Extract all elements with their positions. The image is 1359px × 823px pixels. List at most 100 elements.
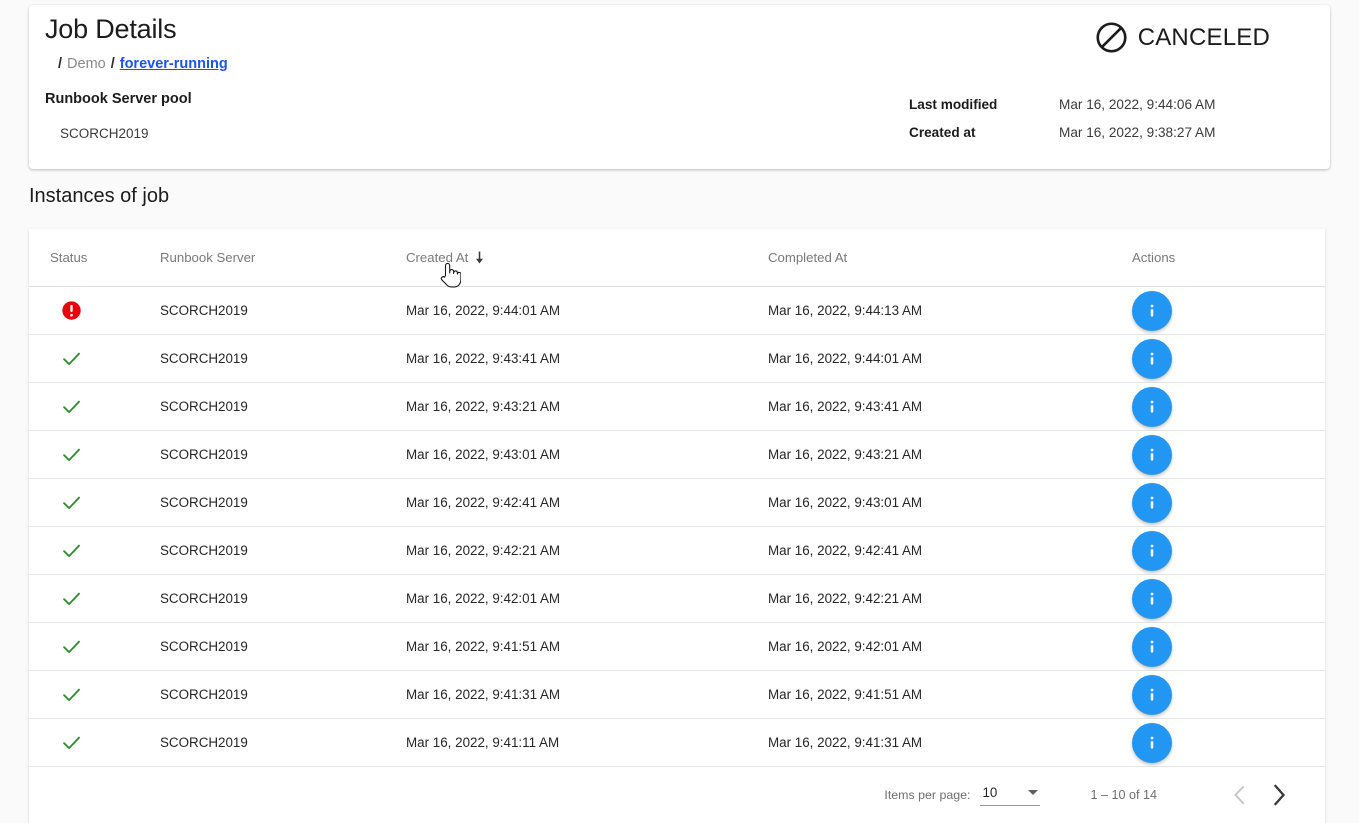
cell-created-at: Mar 16, 2022, 9:41:31 AM	[406, 687, 768, 702]
info-button[interactable]	[1132, 723, 1172, 763]
column-header-actions: Actions	[1132, 250, 1346, 265]
cell-created-at: Mar 16, 2022, 9:41:51 AM	[406, 639, 768, 654]
info-icon	[1141, 348, 1163, 370]
table-row[interactable]: SCORCH2019Mar 16, 2022, 9:41:31 AMMar 16…	[29, 671, 1325, 719]
runbook-server-pool-value: SCORCH2019	[60, 126, 149, 141]
cell-completed-at: Mar 16, 2022, 9:42:01 AM	[768, 639, 1132, 654]
table-row[interactable]: SCORCH2019Mar 16, 2022, 9:42:41 AMMar 16…	[29, 479, 1325, 527]
info-icon	[1141, 540, 1163, 562]
table-row[interactable]: SCORCH2019Mar 16, 2022, 9:41:11 AMMar 16…	[29, 719, 1325, 767]
breadcrumb-link-forever-running[interactable]: forever-running	[120, 56, 228, 72]
table-row[interactable]: SCORCH2019Mar 16, 2022, 9:44:01 AMMar 16…	[29, 287, 1325, 335]
table-row[interactable]: SCORCH2019Mar 16, 2022, 9:41:51 AMMar 16…	[29, 623, 1325, 671]
cell-actions	[1132, 435, 1346, 475]
cell-actions	[1132, 291, 1346, 331]
info-button[interactable]	[1132, 291, 1172, 331]
cell-runbook-server: SCORCH2019	[160, 543, 406, 558]
column-header-actions-label: Actions	[1132, 250, 1175, 265]
info-button[interactable]	[1132, 531, 1172, 571]
breadcrumb: /Demo/forever-running	[53, 53, 228, 75]
table-row[interactable]: SCORCH2019Mar 16, 2022, 9:43:41 AMMar 16…	[29, 335, 1325, 383]
table-row[interactable]: SCORCH2019Mar 16, 2022, 9:42:01 AMMar 16…	[29, 575, 1325, 623]
breadcrumb-separator-1: /	[58, 56, 62, 72]
cell-completed-at: Mar 16, 2022, 9:42:21 AM	[768, 591, 1132, 606]
error-circle-icon	[61, 300, 82, 321]
job-details-card: Job Details /Demo/forever-running Runboo…	[29, 5, 1330, 169]
job-metadata: Last modified Mar 16, 2022, 9:44:06 AM C…	[909, 90, 1215, 146]
metadata-row-created-at: Created at Mar 16, 2022, 9:38:27 AM	[909, 118, 1215, 146]
info-button[interactable]	[1132, 675, 1172, 715]
cell-status	[50, 540, 160, 561]
cell-created-at: Mar 16, 2022, 9:42:01 AM	[406, 591, 768, 606]
cell-completed-at: Mar 16, 2022, 9:44:13 AM	[768, 303, 1132, 318]
previous-page-button[interactable]	[1219, 775, 1259, 815]
cell-created-at: Mar 16, 2022, 9:44:01 AM	[406, 303, 768, 318]
cell-runbook-server: SCORCH2019	[160, 687, 406, 702]
cell-completed-at: Mar 16, 2022, 9:41:51 AM	[768, 687, 1132, 702]
info-icon	[1141, 732, 1163, 754]
info-button[interactable]	[1132, 435, 1172, 475]
info-button[interactable]	[1132, 483, 1172, 523]
check-icon	[61, 636, 82, 657]
cell-runbook-server: SCORCH2019	[160, 735, 406, 750]
info-button[interactable]	[1132, 579, 1172, 619]
info-icon	[1141, 684, 1163, 706]
cell-runbook-server: SCORCH2019	[160, 399, 406, 414]
page-title: Job Details	[45, 14, 176, 45]
cell-actions	[1132, 339, 1346, 379]
column-header-created-at-label: Created At	[406, 250, 468, 265]
info-icon	[1141, 588, 1163, 610]
cell-status	[50, 732, 160, 753]
chevron-left-icon	[1233, 785, 1246, 805]
cell-created-at: Mar 16, 2022, 9:43:21 AM	[406, 399, 768, 414]
breadcrumb-item-demo: Demo	[67, 56, 106, 72]
cell-created-at: Mar 16, 2022, 9:41:11 AM	[406, 735, 768, 750]
chevron-right-icon	[1272, 784, 1287, 806]
column-header-completed-at[interactable]: Completed At	[768, 250, 1132, 265]
info-icon	[1141, 492, 1163, 514]
status-badge: CANCELED	[1095, 21, 1270, 54]
runbook-server-pool-label: Runbook Server pool	[45, 91, 192, 107]
info-icon	[1141, 396, 1163, 418]
paginator: Items per page: 10 1 – 10 of 14	[29, 767, 1325, 823]
cell-completed-at: Mar 16, 2022, 9:43:21 AM	[768, 447, 1132, 462]
instances-section-title: Instances of job	[29, 185, 169, 208]
info-button[interactable]	[1132, 387, 1172, 427]
check-icon	[61, 588, 82, 609]
cell-runbook-server: SCORCH2019	[160, 495, 406, 510]
last-modified-value: Mar 16, 2022, 9:44:06 AM	[1059, 97, 1215, 112]
cell-actions	[1132, 579, 1346, 619]
cell-runbook-server: SCORCH2019	[160, 447, 406, 462]
cell-status	[50, 684, 160, 705]
cell-status	[50, 636, 160, 657]
cell-completed-at: Mar 16, 2022, 9:41:31 AM	[768, 735, 1132, 750]
check-icon	[61, 684, 82, 705]
column-header-runbook-server[interactable]: Runbook Server	[160, 250, 406, 265]
info-icon	[1141, 636, 1163, 658]
cell-created-at: Mar 16, 2022, 9:42:21 AM	[406, 543, 768, 558]
info-button[interactable]	[1132, 627, 1172, 667]
cell-created-at: Mar 16, 2022, 9:42:41 AM	[406, 495, 768, 510]
table-body: SCORCH2019Mar 16, 2022, 9:44:01 AMMar 16…	[29, 287, 1325, 767]
column-header-status[interactable]: Status	[50, 250, 160, 265]
items-per-page-value: 10	[982, 785, 997, 800]
created-at-value: Mar 16, 2022, 9:38:27 AM	[1059, 125, 1215, 140]
table-row[interactable]: SCORCH2019Mar 16, 2022, 9:42:21 AMMar 16…	[29, 527, 1325, 575]
column-header-runbook-server-label: Runbook Server	[160, 250, 255, 265]
items-per-page-select[interactable]: 10	[980, 785, 1040, 806]
cell-runbook-server: SCORCH2019	[160, 303, 406, 318]
cell-runbook-server: SCORCH2019	[160, 351, 406, 366]
sort-descending-arrow-icon[interactable]	[474, 251, 485, 264]
cell-created-at: Mar 16, 2022, 9:43:41 AM	[406, 351, 768, 366]
table-row[interactable]: SCORCH2019Mar 16, 2022, 9:43:21 AMMar 16…	[29, 383, 1325, 431]
cell-status	[50, 444, 160, 465]
cell-actions	[1132, 675, 1346, 715]
column-header-created-at[interactable]: Created At	[406, 250, 768, 265]
table-row[interactable]: SCORCH2019Mar 16, 2022, 9:43:01 AMMar 16…	[29, 431, 1325, 479]
next-page-button[interactable]	[1259, 775, 1299, 815]
cell-created-at: Mar 16, 2022, 9:43:01 AM	[406, 447, 768, 462]
info-button[interactable]	[1132, 339, 1172, 379]
cell-actions	[1132, 387, 1346, 427]
cell-status	[50, 300, 160, 321]
cell-completed-at: Mar 16, 2022, 9:44:01 AM	[768, 351, 1132, 366]
